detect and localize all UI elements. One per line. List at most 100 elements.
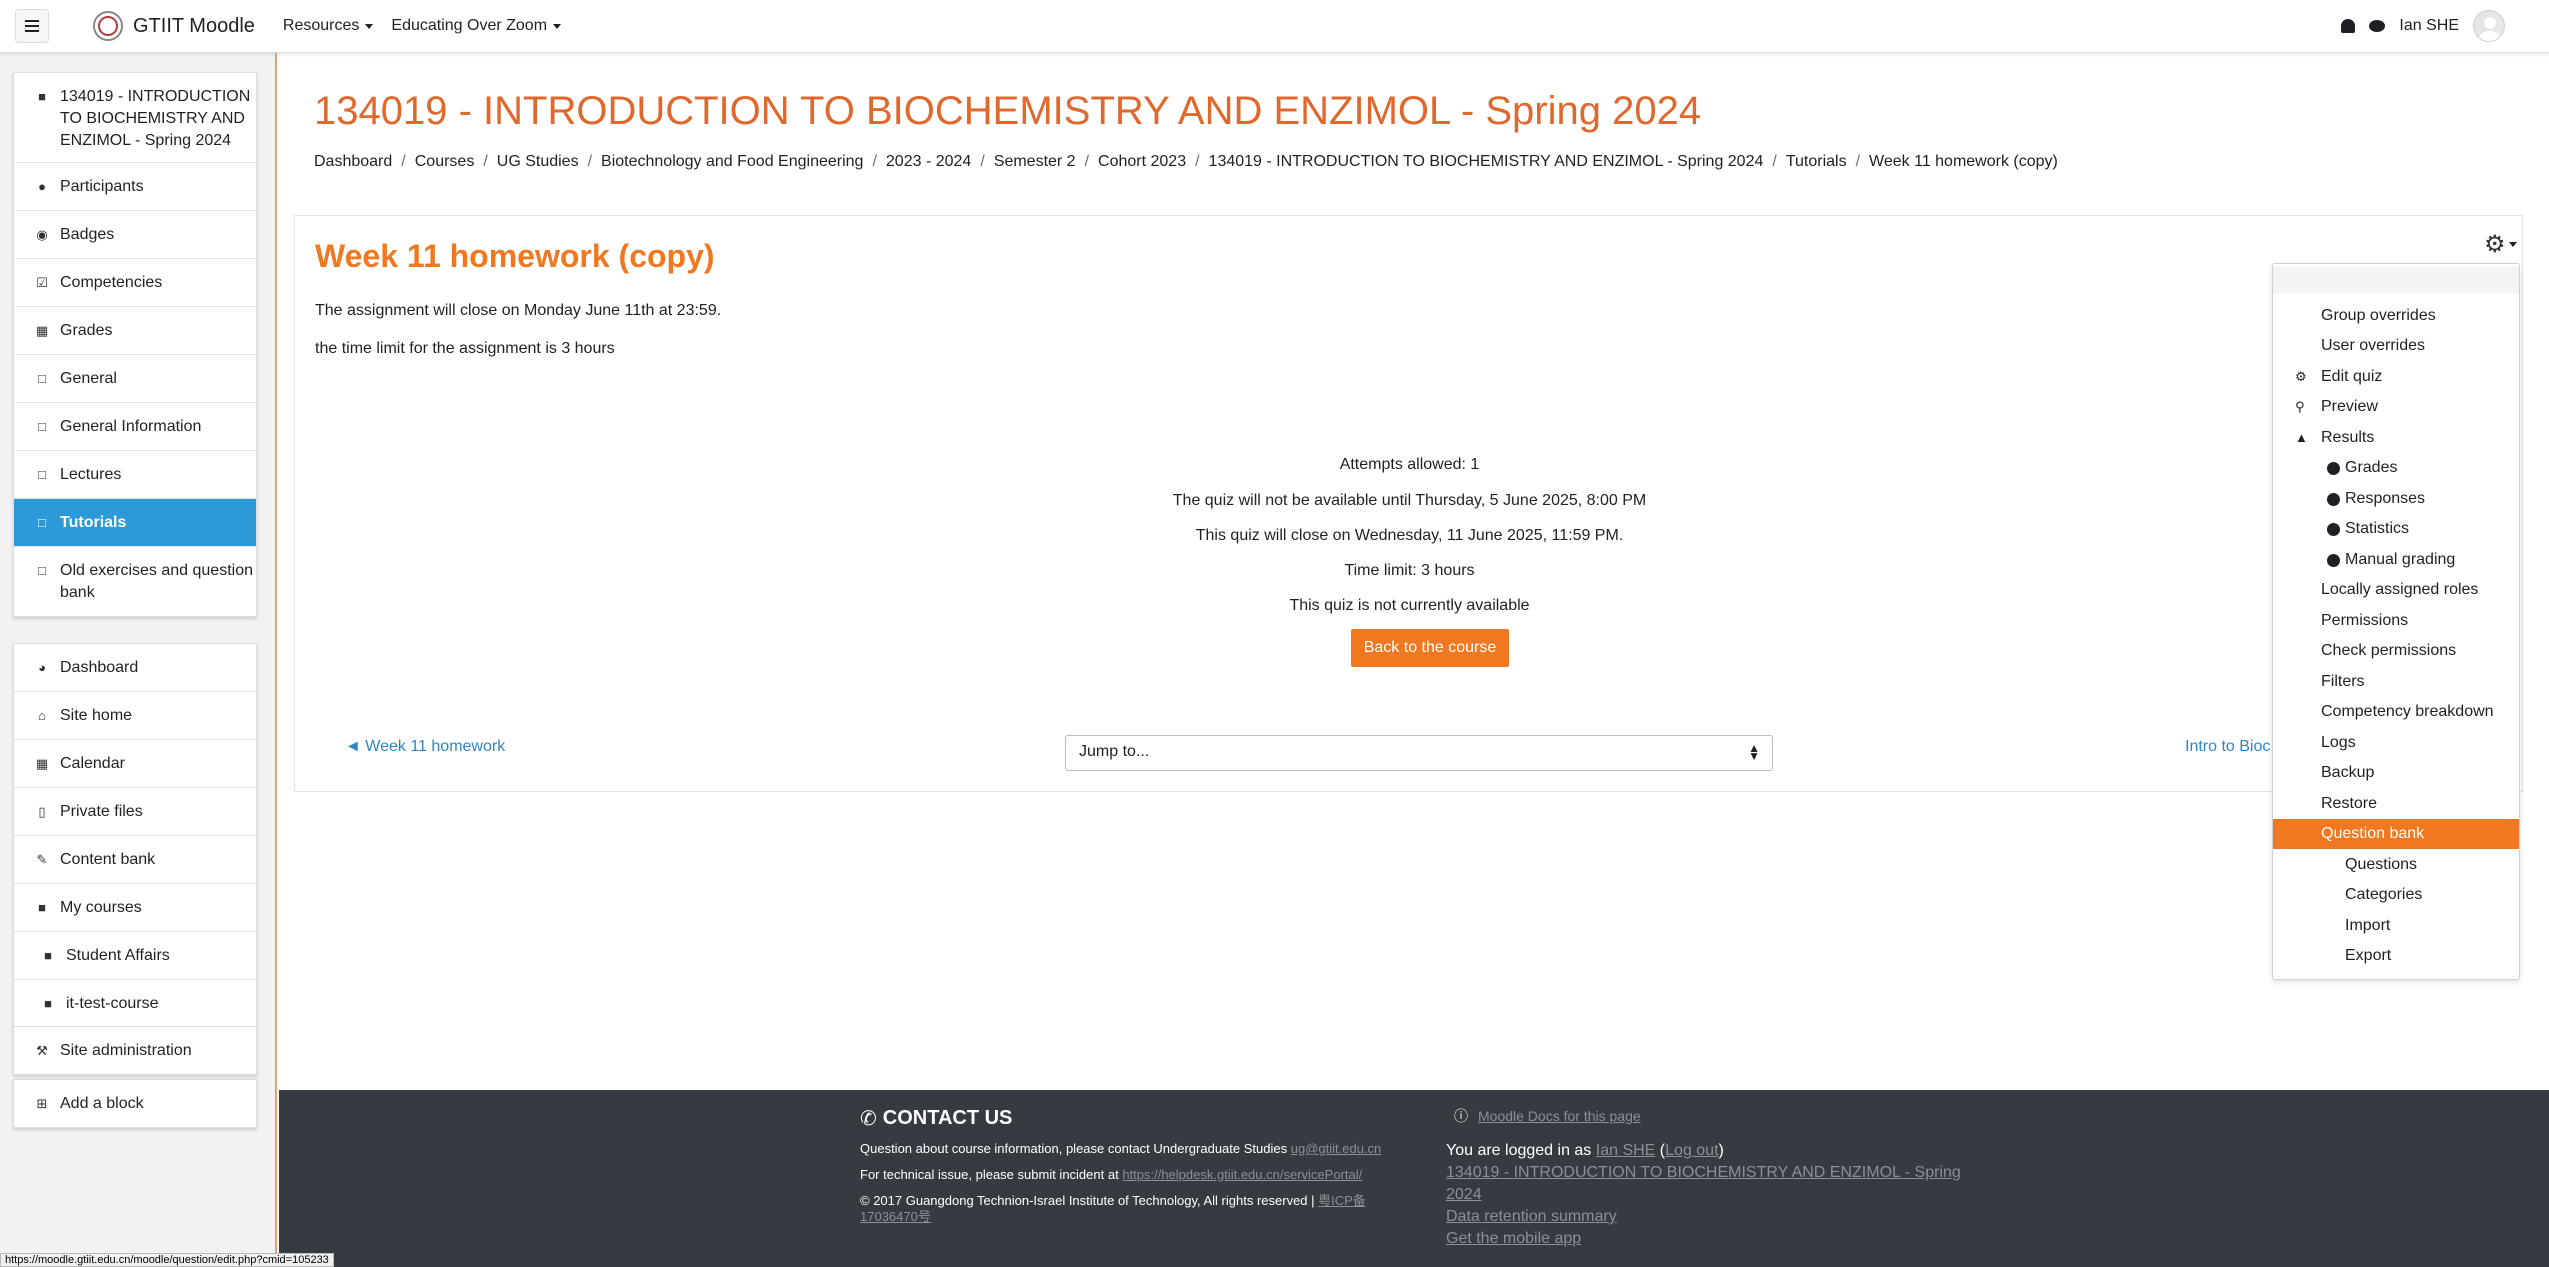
gtiit-logo-icon: [93, 11, 123, 41]
menu-item-label: Backup: [2321, 764, 2375, 781]
info-icon: ⓘ: [1454, 1108, 1468, 1124]
menu-item-filters[interactable]: Filters: [2273, 667, 2519, 697]
action-menu-toggle[interactable]: ⚙: [2484, 230, 2517, 259]
sidebar-item-badges[interactable]: ◉ Badges: [14, 211, 256, 259]
site-brand[interactable]: GTIIT Moodle: [93, 11, 255, 41]
menu-item-import[interactable]: Import: [2273, 911, 2519, 941]
sidebar-item-calendar[interactable]: ▦ Calendar: [14, 740, 256, 788]
sidebar-item-student-affairs[interactable]: ■ Student Affairs: [14, 932, 256, 980]
data-retention-link[interactable]: Data retention summary: [1446, 1206, 2006, 1228]
menu-resources[interactable]: Resources: [283, 17, 374, 35]
menu-item-questions[interactable]: Questions: [2273, 850, 2519, 880]
menu-item-group-overrides[interactable]: Group overrides: [2273, 301, 2519, 331]
contact-text: Question about course information, pleas…: [860, 1141, 1288, 1156]
jump-to-select[interactable]: Jump to... ▲ ▼: [1065, 735, 1773, 771]
contact-email-link[interactable]: ug@gtiit.edu.cn: [1291, 1141, 1382, 1156]
menu-item-grades[interactable]: Grades: [2273, 453, 2519, 483]
menu-item-results[interactable]: ▲ Results: [2273, 423, 2519, 453]
sidebar-item-tutorials[interactable]: □ Tutorials: [14, 499, 256, 547]
menu-item-categories[interactable]: Categories: [2273, 880, 2519, 910]
brand-name: GTIIT Moodle: [133, 14, 255, 37]
contact-heading: ✆ CONTACT US: [860, 1106, 1420, 1131]
menu-item-locally-assigned-roles[interactable]: Locally assigned roles: [2273, 575, 2519, 605]
sidebar-item-participants[interactable]: ● Participants: [14, 163, 256, 211]
menu-item-check-permissions[interactable]: Check permissions: [2273, 636, 2519, 666]
activity-card: Week 11 homework (copy) The assignment w…: [294, 215, 2523, 792]
menu-toggle-button[interactable]: [15, 9, 49, 43]
copyright-text: © 2017 Guangdong Technion-Israel Institu…: [860, 1193, 1315, 1208]
menu-item-label: Export: [2345, 947, 2392, 964]
logout-link[interactable]: Log out: [1665, 1142, 1718, 1159]
sidebar-item-competencies[interactable]: ☑ Competencies: [14, 259, 256, 307]
graduation-cap-icon: ■: [38, 89, 46, 104]
mobile-app-link[interactable]: Get the mobile app: [1446, 1228, 2006, 1250]
messages-icon[interactable]: [2369, 20, 2386, 32]
menu-item-competency-breakdown[interactable]: Competency breakdown: [2273, 697, 2519, 727]
menu-item-backup[interactable]: Backup: [2273, 758, 2519, 788]
breadcrumb-item[interactable]: Biotechnology and Food Engineering: [601, 153, 863, 171]
logged-in-user-link[interactable]: Ian SHE: [1596, 1142, 1656, 1159]
menu-item-manual-grading[interactable]: Manual grading: [2273, 545, 2519, 575]
breadcrumb-item[interactable]: Courses: [415, 153, 475, 171]
breadcrumb-item[interactable]: Week 11 homework (copy): [1869, 153, 2058, 171]
breadcrumb-item[interactable]: Dashboard: [314, 153, 392, 171]
sidebar-item-content-bank[interactable]: ✎ Content bank: [14, 836, 256, 884]
menu-educating-over-zoom[interactable]: Educating Over Zoom: [391, 17, 562, 35]
sidebar-item-private-files[interactable]: ▯ Private files: [14, 788, 256, 836]
folder-icon: □: [38, 515, 46, 530]
sidebar-item-it-test-course[interactable]: ■ it-test-course: [14, 980, 256, 1027]
breadcrumb-item[interactable]: Semester 2: [994, 153, 1076, 171]
sidebar-item-dashboard[interactable]: ◕ Dashboard: [14, 644, 256, 692]
sidebar-item-site-administration[interactable]: ⚒ Site administration: [14, 1027, 256, 1074]
sidebar-item-grades[interactable]: ▦ Grades: [14, 307, 256, 355]
page-title: 134019 - INTRODUCTION TO BIOCHEMISTRY AN…: [314, 89, 1702, 133]
menu-item-edit-quiz[interactable]: ⚙ Edit quiz: [2273, 362, 2519, 392]
sidebar-item-general-information[interactable]: □ General Information: [14, 403, 256, 451]
breadcrumb-item[interactable]: Tutorials: [1786, 153, 1847, 171]
breadcrumb-separator: /: [1855, 153, 1861, 170]
user-name[interactable]: Ian SHE: [2399, 17, 2459, 35]
menu-item-responses[interactable]: Responses: [2273, 484, 2519, 514]
menu-item-export[interactable]: Export: [2273, 941, 2519, 971]
folder-icon: □: [38, 563, 46, 578]
moodle-docs-link[interactable]: Moodle Docs for this page: [1478, 1108, 1641, 1124]
menu-item-preview[interactable]: ⚲ Preview: [2273, 392, 2519, 422]
breadcrumb-item[interactable]: Cohort 2023: [1098, 153, 1186, 171]
sidebar-item-course[interactable]: ■ 134019 - INTRODUCTION TO BIOCHEMISTRY A…: [14, 73, 256, 163]
next-activity-link[interactable]: Intro to Bioc: [2185, 738, 2270, 756]
folder-icon: □: [38, 371, 46, 386]
sidebar-item-my-courses[interactable]: ■ My courses: [14, 884, 256, 932]
sidebar-item-general[interactable]: □ General: [14, 355, 256, 403]
menu-item-user-overrides[interactable]: User overrides: [2273, 331, 2519, 361]
nav-drawer: ■ 134019 - INTRODUCTION TO BIOCHEMISTRY A…: [0, 53, 277, 1267]
previous-activity-link[interactable]: ◄ Week 11 homework: [345, 738, 505, 756]
sidebar-item-old-exercises[interactable]: □ Old exercises and question bank: [14, 547, 256, 616]
menu-item-question-bank[interactable]: Question bank: [2273, 819, 2519, 849]
breadcrumb-item[interactable]: 2023 - 2024: [886, 153, 971, 171]
notification-bell-icon[interactable]: [2341, 19, 2356, 33]
quiz-open-date: The quiz will not be available until Thu…: [1172, 492, 1647, 509]
breadcrumb-item[interactable]: UG Studies: [497, 153, 579, 171]
menu-item-label: Import: [2345, 917, 2391, 934]
add-block-button[interactable]: ⊞ Add a block: [14, 1080, 256, 1127]
menu-item-restore[interactable]: Restore: [2273, 789, 2519, 819]
menu-item-logs[interactable]: Logs: [2273, 728, 2519, 758]
sidebar-item-lectures[interactable]: □ Lectures: [14, 451, 256, 499]
phone-icon: ✆: [860, 1108, 877, 1130]
breadcrumb-item[interactable]: 134019 - INTRODUCTION TO BIOCHEMISTRY AN…: [1209, 153, 1764, 171]
back-to-course-button[interactable]: Back to the course: [1351, 629, 1509, 667]
menu-item-permissions[interactable]: Permissions: [2273, 606, 2519, 636]
caret-down-icon: [2508, 242, 2517, 247]
helpdesk-link[interactable]: https://helpdesk.gtiit.edu.cn/servicePor…: [1122, 1167, 1362, 1182]
calendar-icon: ▦: [35, 756, 49, 771]
bullet-icon: [2327, 554, 2340, 567]
docs-row: ⓘ Moodle Docs for this page: [1454, 1106, 2006, 1126]
sidebar-item-site-home[interactable]: ⌂ Site home: [14, 692, 256, 740]
avatar[interactable]: [2473, 10, 2505, 42]
caret-down-icon: [553, 23, 562, 29]
sidebar-item-label: Calendar: [60, 755, 125, 772]
menu-educating-label: Educating Over Zoom: [391, 17, 548, 34]
sidebar-item-label: Content bank: [60, 851, 156, 868]
menu-item-statistics[interactable]: Statistics: [2273, 514, 2519, 544]
footer-course-link[interactable]: 134019 - INTRODUCTION TO BIOCHEMISTRY AN…: [1446, 1162, 1986, 1206]
